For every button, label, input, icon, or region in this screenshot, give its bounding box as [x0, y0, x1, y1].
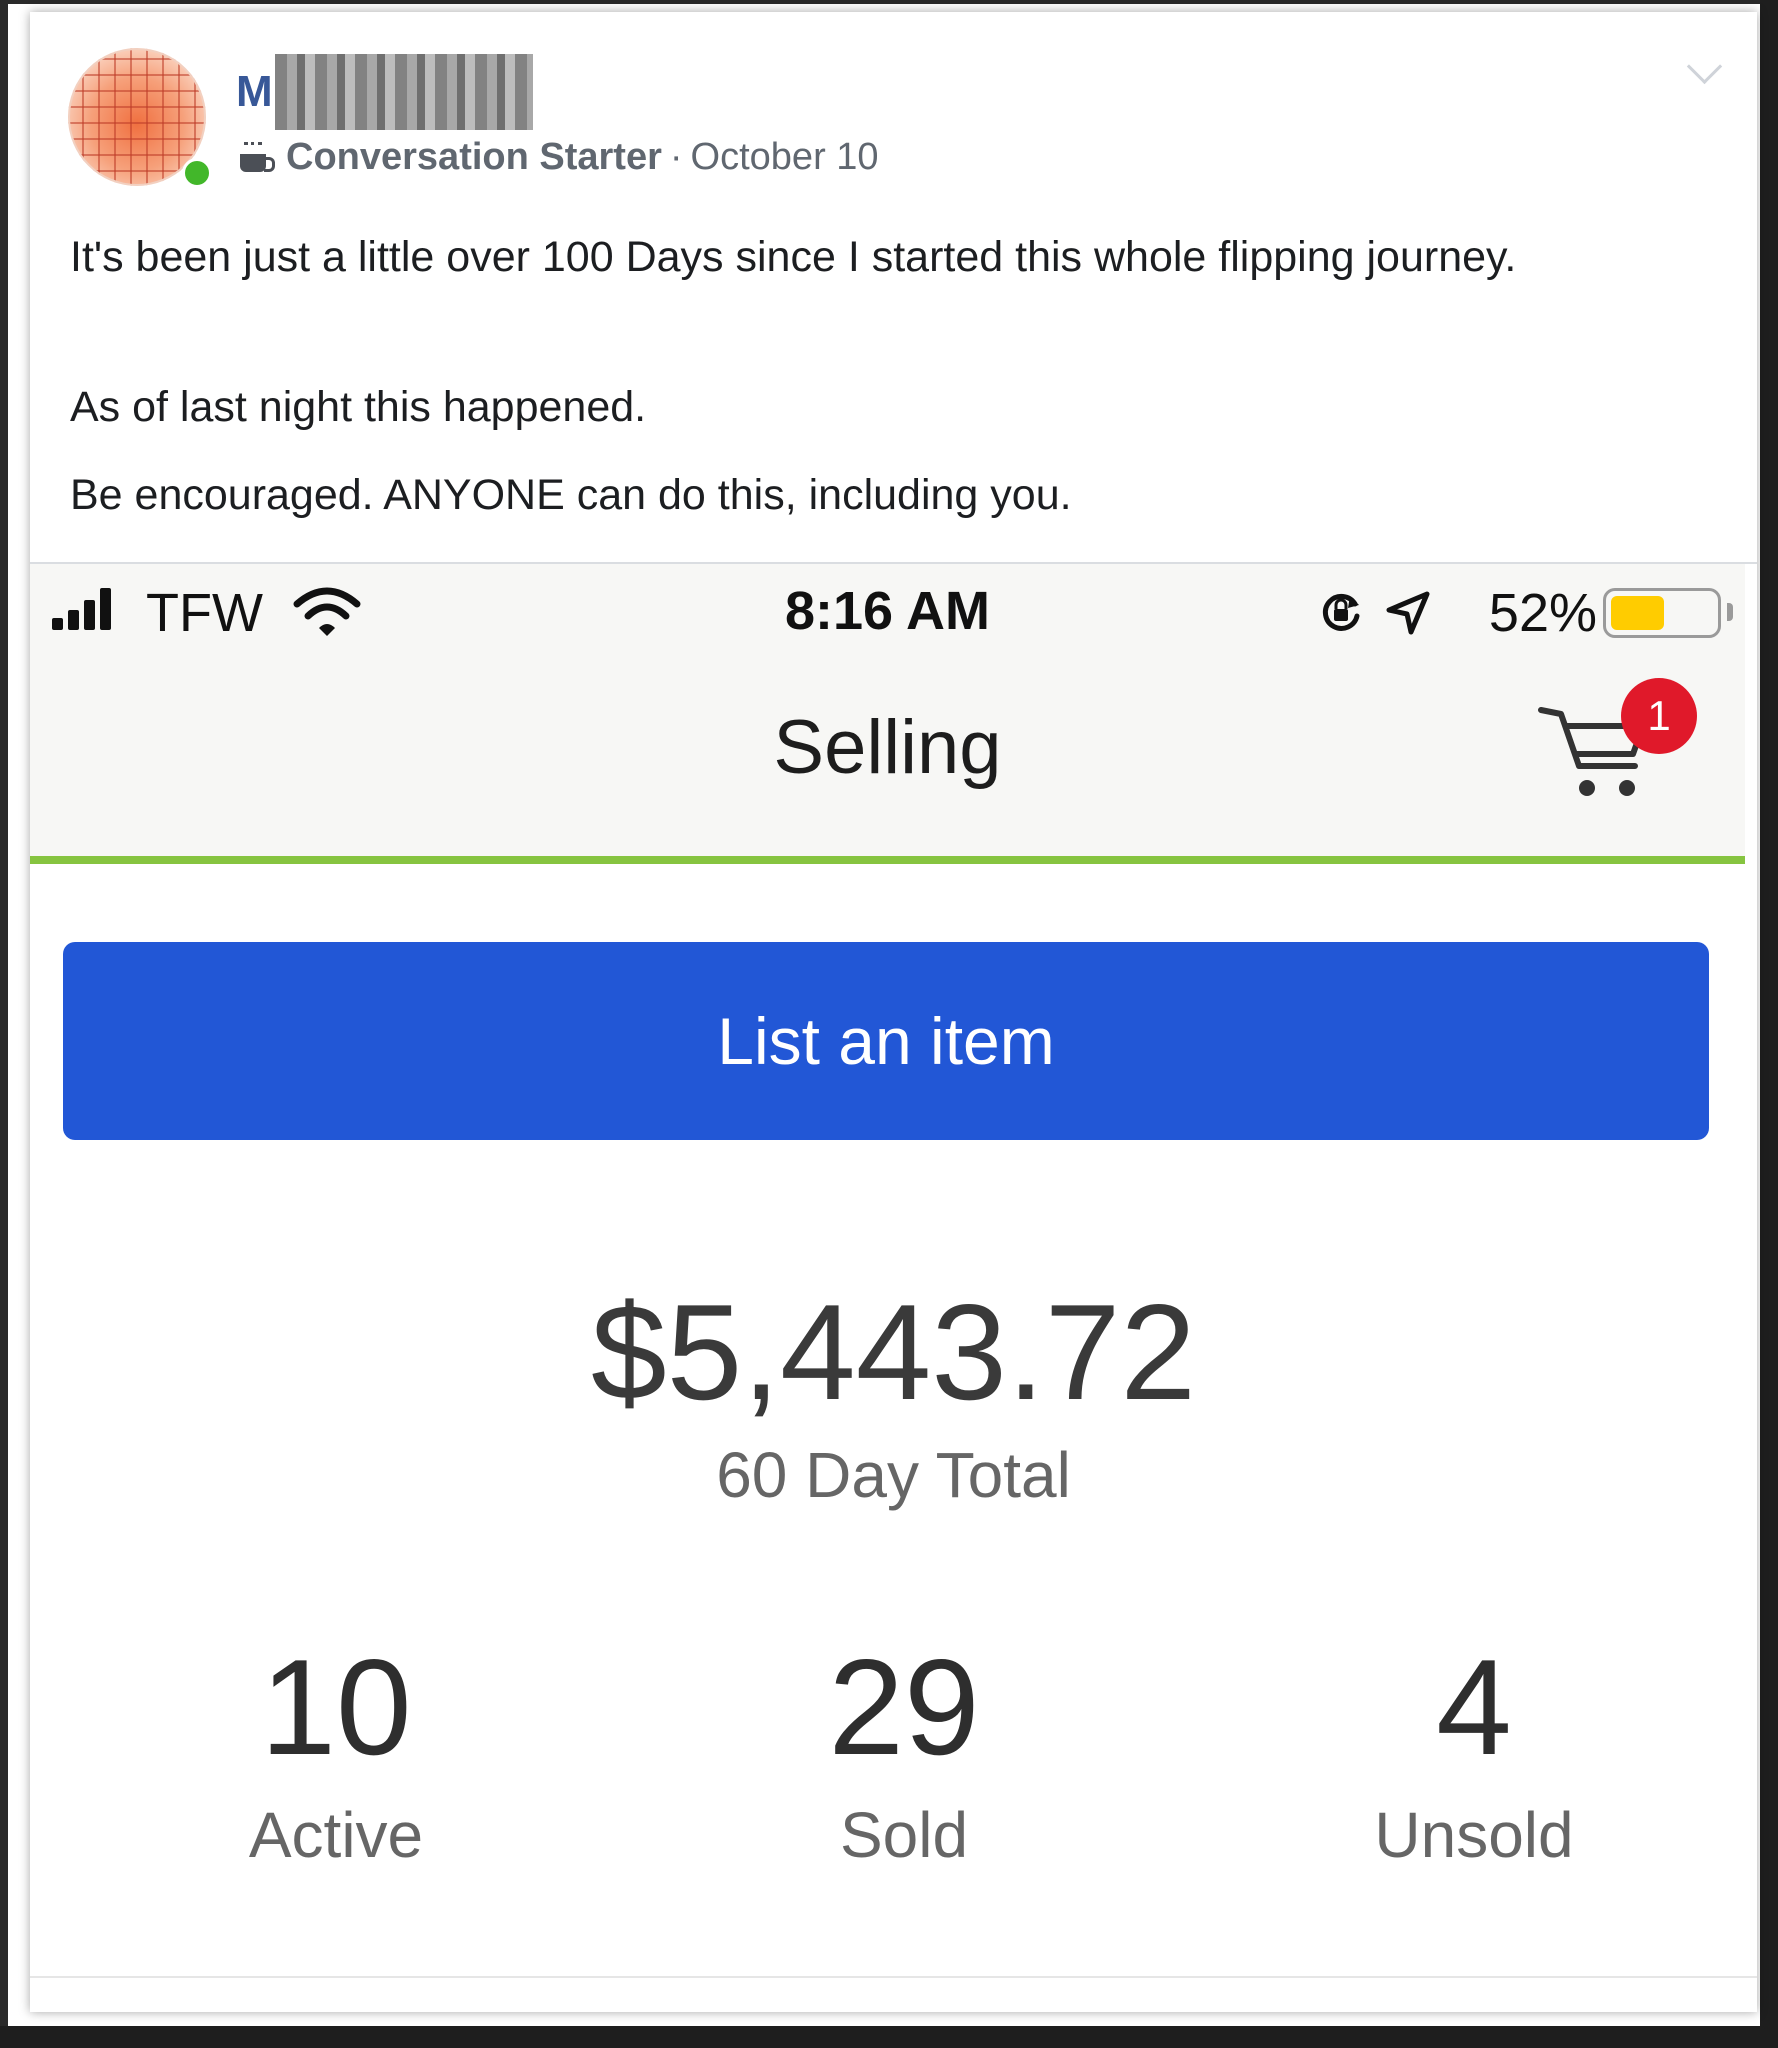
battery-icon — [1603, 588, 1721, 638]
stat-sold[interactable]: 29 Sold — [684, 1632, 1124, 1872]
page-title: Selling — [773, 705, 1002, 790]
facebook-post-card: M Conversation Starter · October 10 It's… — [30, 12, 1757, 2012]
coffee-cup-icon — [236, 140, 276, 176]
frame-edge-bottom — [0, 2026, 1778, 2048]
rotation-lock-icon — [1322, 593, 1360, 631]
phone-header: TFW 8:16 AM 52% Selling 1 — [30, 564, 1745, 862]
list-an-item-button[interactable]: List an item — [63, 942, 1709, 1140]
battery-nub — [1727, 603, 1733, 621]
sales-total-label: 60 Day Total — [716, 1439, 1071, 1511]
listing-stats: 10 Active 29 Sold 4 Unsold — [30, 1632, 1757, 1892]
chevron-down-icon[interactable] — [1686, 48, 1723, 85]
meta-separator: · — [669, 136, 683, 178]
stat-sold-value: 29 — [828, 1631, 980, 1783]
status-time: 8:16 AM — [784, 581, 991, 641]
nav-bar-underline — [30, 856, 1745, 864]
frame-edge-top — [0, 0, 1778, 4]
stat-active-value: 10 — [260, 1631, 412, 1783]
battery-level-fill — [1611, 596, 1665, 630]
author-name-initial: M — [236, 67, 273, 116]
author-name-redaction — [274, 54, 533, 130]
member-badge-label[interactable]: Conversation Starter — [286, 136, 662, 179]
battery-percent: 52% — [1488, 583, 1597, 643]
frame-edge-right — [1760, 0, 1778, 2048]
post-paragraph: As of last night this happened. — [70, 383, 647, 431]
stat-unsold[interactable]: 4 Unsold — [1254, 1632, 1694, 1872]
bottom-divider — [30, 1976, 1757, 1978]
author-name[interactable]: M — [236, 54, 533, 130]
online-status-dot — [182, 158, 212, 188]
status-bar: TFW 8:16 AM 52% — [30, 564, 1745, 654]
frame-edge-left — [0, 0, 8, 2048]
stat-sold-label: Sold — [839, 1799, 969, 1871]
stat-unsold-label: Unsold — [1374, 1799, 1574, 1871]
post-paragraph: Be encouraged. ANYONE can do this, inclu… — [70, 471, 1072, 519]
sales-total-amount: $5,443.72 — [590, 1276, 1197, 1428]
post-meta: Conversation Starter · October 10 — [236, 136, 879, 179]
stat-active-label: Active — [248, 1799, 424, 1871]
screenshot-stage: M Conversation Starter · October 10 It's… — [0, 0, 1778, 2048]
stat-unsold-value: 4 — [1436, 1631, 1512, 1783]
stat-active[interactable]: 10 Active — [116, 1632, 556, 1872]
post-date[interactable]: October 10 — [691, 136, 879, 179]
post-paragraph: It's been just a little over 100 Days si… — [70, 233, 1517, 281]
cart-count-badge[interactable]: 1 — [1621, 678, 1697, 754]
location-arrow-icon — [1386, 591, 1430, 635]
